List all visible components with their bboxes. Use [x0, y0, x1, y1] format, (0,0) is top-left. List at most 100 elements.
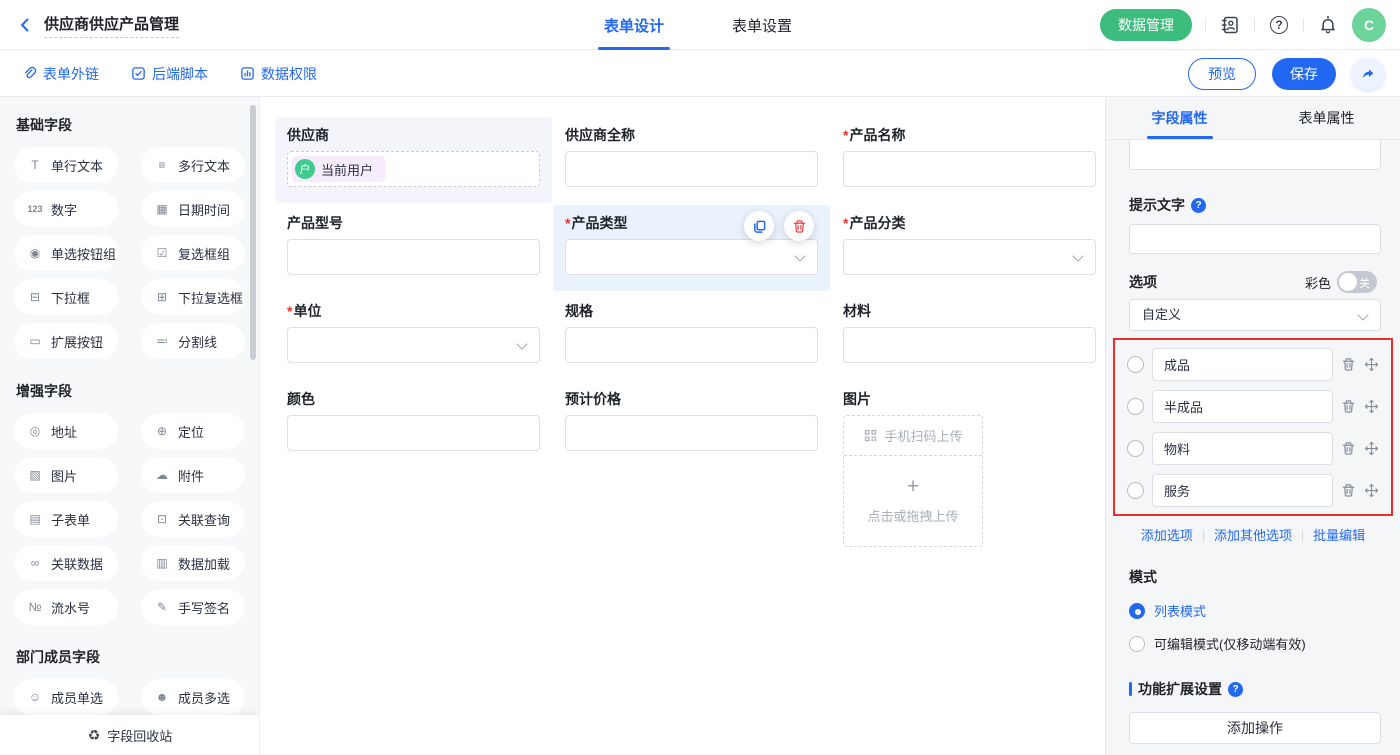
delete-option-button[interactable]: [1341, 483, 1356, 498]
option-radio[interactable]: [1127, 440, 1144, 457]
canvas-field-supplier-full-name[interactable]: 供应商全称: [553, 117, 830, 203]
backend-script-button[interactable]: 后端脚本: [131, 64, 208, 84]
supplier-default-value[interactable]: 户 当前用户: [287, 151, 540, 187]
copy-icon: [752, 219, 767, 234]
hint-help-icon[interactable]: ?: [1191, 198, 1206, 213]
canvas-field-product-name[interactable]: *产品名称: [831, 117, 1108, 203]
add-action-button[interactable]: 添加操作: [1129, 712, 1381, 744]
add-other-option-link[interactable]: 添加其他选项: [1214, 525, 1292, 544]
scan-upload-button[interactable]: 手机扫码上传: [844, 416, 982, 456]
sidebar-item-dropdown[interactable]: ⊟下拉框: [14, 279, 118, 315]
option-radio[interactable]: [1127, 398, 1144, 415]
sidebar-item-dropdown-multi[interactable]: ⊞下拉复选框: [141, 279, 245, 315]
sidebar-item-divider[interactable]: ≕分割线: [141, 323, 245, 359]
form-title[interactable]: 供应商供应产品管理: [44, 13, 179, 38]
drag-upload-area[interactable]: + 点击或拖拽上传: [844, 456, 982, 546]
option-text-input[interactable]: [1152, 432, 1333, 465]
tab-form-settings[interactable]: 表单设置: [726, 0, 798, 50]
sidebar-item-attachment[interactable]: ☁附件: [141, 457, 245, 493]
delete-option-button[interactable]: [1341, 441, 1356, 456]
mode-radio-list[interactable]: 列表模式: [1129, 601, 1377, 620]
mode-radio-editable[interactable]: 可编辑模式(仅移动端有效): [1129, 634, 1377, 653]
canvas-field-image[interactable]: 图片 手机扫码上传 + 点击或拖拽上传: [831, 381, 1108, 557]
sidebar-item-datetime[interactable]: ▦日期时间: [141, 191, 245, 227]
sidebar-item-single-line-text[interactable]: T单行文本: [14, 147, 118, 183]
trash-icon: [1341, 441, 1356, 456]
sidebar-item-member-single[interactable]: ☺成员单选: [14, 679, 118, 715]
canvas-field-product-model[interactable]: 产品型号: [275, 205, 552, 291]
back-icon[interactable]: [16, 16, 34, 34]
preview-button[interactable]: 预览: [1188, 58, 1256, 90]
product-name-input[interactable]: [843, 151, 1096, 187]
options-source-select[interactable]: 自定义: [1129, 299, 1381, 331]
delete-option-button[interactable]: [1341, 357, 1356, 372]
batch-edit-link[interactable]: 批量编辑: [1313, 525, 1365, 544]
canvas-field-unit[interactable]: *单位: [275, 293, 552, 379]
hint-text-input[interactable]: [1129, 224, 1381, 254]
sidebar-item-member-multi[interactable]: ☻成员多选: [141, 679, 245, 715]
location-icon: ⊕: [153, 424, 171, 438]
tab-field-properties[interactable]: 字段属性: [1106, 97, 1253, 139]
spec-input[interactable]: [565, 327, 818, 363]
data-manage-button[interactable]: 数据管理: [1100, 9, 1192, 41]
sidebar-item-address[interactable]: ◎地址: [14, 413, 118, 449]
delete-option-button[interactable]: [1341, 399, 1356, 414]
option-radio[interactable]: [1127, 356, 1144, 373]
canvas-field-product-category[interactable]: *产品分类: [831, 205, 1108, 291]
move-option-handle[interactable]: [1364, 441, 1379, 456]
sidebar-item-data-load[interactable]: ▥数据加载: [141, 545, 245, 581]
share-button[interactable]: [1352, 58, 1384, 90]
field-title-input-cutoff[interactable]: [1129, 140, 1381, 170]
sidebar-item-extend-button[interactable]: ▭扩展按钮: [14, 323, 118, 359]
option-radio[interactable]: [1127, 482, 1144, 499]
sidebar-item-number[interactable]: 123数字: [14, 191, 118, 227]
product-category-select[interactable]: [843, 239, 1096, 275]
canvas-field-estimated-price[interactable]: 预计价格: [553, 381, 830, 557]
data-permission-button[interactable]: 数据权限: [240, 64, 317, 84]
address-pin-icon: ◎: [26, 424, 44, 438]
option-text-input[interactable]: [1152, 348, 1333, 381]
sidebar-item-related-query[interactable]: ⊡关联查询: [141, 501, 245, 537]
sidebar-scrollbar[interactable]: [250, 105, 256, 360]
delete-field-button[interactable]: [784, 211, 814, 241]
canvas-field-supplier[interactable]: 供应商 户 当前用户: [275, 117, 552, 203]
add-option-link[interactable]: 添加选项: [1141, 525, 1193, 544]
sidebar-item-related-data[interactable]: ∞关联数据: [14, 545, 118, 581]
move-option-handle[interactable]: [1364, 483, 1379, 498]
tab-form-properties[interactable]: 表单属性: [1253, 97, 1400, 139]
save-button[interactable]: 保存: [1272, 58, 1336, 90]
contact-book-icon[interactable]: [1219, 14, 1241, 36]
sidebar-item-checkbox-group[interactable]: ☑复选框组: [141, 235, 245, 271]
option-text-input[interactable]: [1152, 390, 1333, 423]
sidebar-item-serial-number[interactable]: №流水号: [14, 589, 118, 625]
canvas-field-material[interactable]: 材料: [831, 293, 1108, 379]
sidebar-item-signature[interactable]: ✎手写签名: [141, 589, 245, 625]
canvas-field-spec[interactable]: 规格: [553, 293, 830, 379]
option-text-input[interactable]: [1152, 474, 1333, 507]
bell-icon[interactable]: [1317, 14, 1339, 36]
unit-select[interactable]: [287, 327, 540, 363]
product-type-select[interactable]: [565, 239, 818, 275]
help-icon[interactable]: ?: [1268, 14, 1290, 36]
sidebar-item-multi-line-text[interactable]: ≡多行文本: [141, 147, 245, 183]
copy-field-button[interactable]: [744, 211, 774, 241]
sidebar-item-radio-group[interactable]: ◉单选按钮组: [14, 235, 118, 271]
sidebar-item-location[interactable]: ⊕定位: [141, 413, 245, 449]
material-input[interactable]: [843, 327, 1096, 363]
supplier-full-name-input[interactable]: [565, 151, 818, 187]
external-link-button[interactable]: 表单外链: [22, 64, 99, 84]
sidebar-item-subform[interactable]: ▤子表单: [14, 501, 118, 537]
canvas-field-color[interactable]: 颜色: [275, 381, 552, 557]
tab-form-design[interactable]: 表单设计: [598, 0, 670, 50]
move-option-handle[interactable]: [1364, 357, 1379, 372]
estimated-price-input[interactable]: [565, 415, 818, 451]
color-toggle[interactable]: 关: [1337, 271, 1377, 293]
extension-help-icon[interactable]: ?: [1228, 682, 1243, 697]
product-model-input[interactable]: [287, 239, 540, 275]
avatar[interactable]: C: [1352, 8, 1386, 42]
move-option-handle[interactable]: [1364, 399, 1379, 414]
field-recycle-bin[interactable]: ♻ 字段回收站: [0, 715, 260, 755]
sidebar-item-image[interactable]: ▧图片: [14, 457, 118, 493]
color-input[interactable]: [287, 415, 540, 451]
canvas-field-product-type[interactable]: *产品类型: [553, 205, 830, 291]
